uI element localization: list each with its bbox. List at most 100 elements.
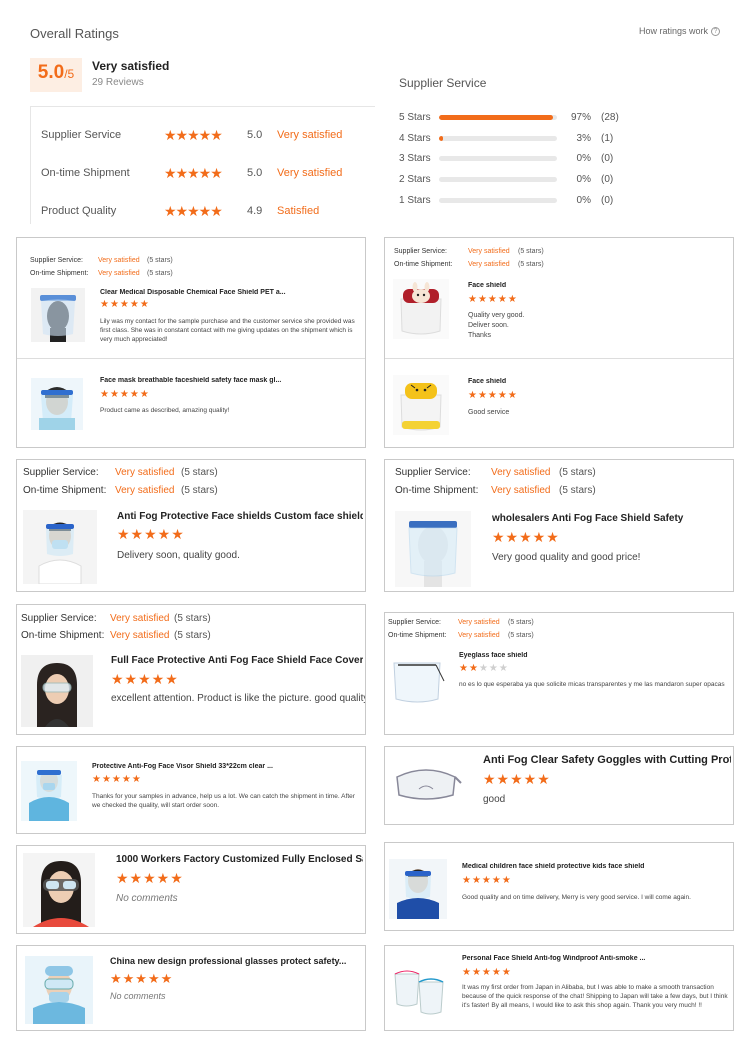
shipment-stars: (5 stars)	[181, 485, 218, 496]
how-ratings-work-link[interactable]: How ratings work ?	[639, 26, 720, 36]
review-card: Supplier Service: Very satisfied (5 star…	[16, 237, 366, 448]
review-comment: excellent attention. Product is like the…	[111, 693, 365, 704]
product-thumbnail[interactable]	[23, 510, 97, 584]
product-title[interactable]: Eyeglass face shield	[459, 652, 729, 659]
product-title[interactable]: Face shield	[468, 282, 730, 289]
overall-ratings-panel: Overall Ratings How ratings work ? 5.0 /…	[16, 10, 736, 226]
supplier-service-stars: (5 stars)	[174, 613, 211, 624]
product-title[interactable]: China new design professional glasses pr…	[110, 956, 363, 966]
product-thumbnail[interactable]	[389, 960, 449, 1020]
supplier-service-label: Supplier Service:	[388, 619, 441, 626]
shipment-label: On-time Shipment:	[21, 630, 105, 641]
product-title[interactable]: Anti Fog Clear Safety Goggles with Cutti…	[483, 754, 731, 766]
shipment-value: Very satisfied	[98, 270, 140, 277]
review-comment: Very good quality and good price!	[492, 552, 641, 563]
review-card: Supplier Service: Very satisfied (5 star…	[384, 237, 734, 448]
help-icon[interactable]: ?	[711, 26, 720, 36]
review-card: Supplier Service: Very satisfied (5 star…	[384, 612, 734, 735]
shipment-value: Very satisfied	[115, 485, 175, 496]
product-thumbnail[interactable]	[393, 375, 449, 435]
kids-face-shield-tiger-image[interactable]	[393, 375, 449, 435]
product-thumbnail[interactable]	[395, 511, 471, 587]
product-title[interactable]: 1000 Workers Factory Customized Fully En…	[116, 854, 363, 865]
distribution-percent: 3%	[576, 132, 591, 144]
clear-safety-goggles-image[interactable]	[389, 753, 463, 817]
product-thumbnail[interactable]	[388, 651, 446, 709]
product-thumbnail[interactable]	[21, 655, 93, 727]
distribution-label: 3 Stars	[399, 152, 431, 164]
shipment-stars: (5 stars)	[174, 630, 211, 641]
review-comment: Product came as described, amazing quali…	[100, 407, 230, 414]
supplier-service-stars: (5 stars)	[508, 619, 534, 626]
shipment-label: On-time Shipment:	[395, 485, 479, 496]
distribution-bar	[439, 114, 557, 120]
product-thumbnail[interactable]	[31, 288, 85, 342]
category-ratings-table: Supplier Service ★★★★★ 5.0 Very satisfie…	[30, 106, 375, 224]
distribution-label: 5 Stars	[399, 111, 431, 123]
shipment-value: Very satisfied	[458, 632, 500, 639]
product-title[interactable]: Personal Face Shield Anti-fog Windproof …	[462, 955, 730, 962]
review-stars: ★★★★★	[117, 526, 185, 542]
child-face-shield-image[interactable]	[389, 859, 447, 919]
review-card: Supplier Service: Very satisfied (5 star…	[16, 604, 366, 735]
eyeglass-face-shield-image[interactable]	[388, 651, 446, 709]
review-count: 29 Reviews	[92, 77, 144, 88]
product-thumbnail[interactable]	[21, 761, 77, 821]
supplier-service-label: Supplier Service:	[394, 248, 447, 255]
product-thumbnail[interactable]	[389, 859, 447, 919]
supplier-service-stars: (5 stars)	[147, 257, 173, 264]
product-title[interactable]: Anti Fog Protective Face shields Custom …	[117, 511, 363, 522]
shipment-value: Very satisfied	[468, 261, 510, 268]
product-title[interactable]: Face shield	[468, 378, 730, 385]
supplier-service-stars: (5 stars)	[518, 248, 544, 255]
product-thumbnail[interactable]	[31, 378, 83, 430]
personal-face-shields-image[interactable]	[389, 960, 449, 1020]
review-comment: good	[483, 794, 506, 805]
distribution-row: 3 Stars 0% (0)	[399, 151, 613, 165]
distribution-bar	[439, 197, 557, 203]
distribution-row: 5 Stars 97% (28)	[399, 110, 619, 124]
distribution-bar	[439, 176, 557, 182]
shipment-label: On-time Shipment:	[30, 270, 89, 277]
woman-with-safety-glasses-image[interactable]	[21, 655, 93, 727]
distribution-percent: 97%	[570, 111, 591, 123]
medical-worker-visor-image[interactable]	[21, 761, 77, 821]
review-stars: ★★★★★	[92, 774, 142, 785]
review-card: Protective Anti-Fog Face Visor Shield 33…	[16, 746, 366, 834]
mannequin-face-shield-image[interactable]	[395, 511, 471, 587]
man-wearing-face-shield-image[interactable]	[23, 510, 97, 584]
how-ratings-work-label[interactable]: How ratings work	[639, 26, 708, 36]
distribution-label: 1 Stars	[399, 194, 431, 206]
medical-worker-goggles-image[interactable]	[25, 956, 93, 1024]
review-card: Personal Face Shield Anti-fog Windproof …	[384, 945, 734, 1031]
product-title[interactable]: Medical children face shield protective …	[462, 863, 730, 870]
overall-score-box: 5.0 /5	[30, 58, 82, 92]
category-label: Very satisfied	[277, 129, 343, 141]
product-title[interactable]: Full Face Protective Anti Fog Face Shiel…	[111, 655, 363, 666]
woman-with-enclosed-goggles-image[interactable]	[23, 853, 95, 927]
supplier-service-rating: Supplier Service: Very satisfied (5 star…	[394, 248, 544, 255]
supplier-service-rating: Supplier Service: Very satisfied (5 star…	[388, 619, 534, 626]
review-comment: Good quality and on time delivery, Merry…	[462, 894, 691, 901]
product-title[interactable]: Protective Anti-Fog Face Visor Shield 33…	[92, 763, 362, 770]
product-thumbnail[interactable]	[389, 753, 463, 817]
face-shield-woman-image[interactable]	[31, 378, 83, 430]
product-thumbnail[interactable]	[23, 853, 95, 927]
product-title[interactable]: wholesalers Anti Fog Face Shield Safety	[492, 513, 732, 524]
product-title[interactable]: Clear Medical Disposable Chemical Face S…	[100, 289, 362, 296]
empty-stars: ★★★	[478, 663, 509, 674]
distribution-count: (0)	[601, 194, 614, 206]
category-stars: ★★★★★	[164, 202, 223, 219]
review-stars: ★★★★★	[459, 663, 509, 674]
product-thumbnail[interactable]	[393, 279, 449, 339]
product-title[interactable]: Face mask breathable faceshield safety f…	[100, 377, 362, 384]
kids-face-shield-bunny-image[interactable]	[393, 279, 449, 339]
supplier-service-value: Very satisfied	[491, 467, 551, 478]
review-comment: no es lo que esperaba ya que solicite mi…	[459, 681, 725, 688]
review-comment: Delivery soon, quality good.	[117, 550, 240, 561]
review-card: China new design professional glasses pr…	[16, 945, 366, 1031]
product-thumbnail[interactable]	[25, 956, 93, 1024]
distribution-bar-fill	[439, 114, 554, 120]
face-shield-mannequin-image[interactable]	[31, 288, 85, 342]
review-stars: ★★★★★	[468, 390, 518, 401]
